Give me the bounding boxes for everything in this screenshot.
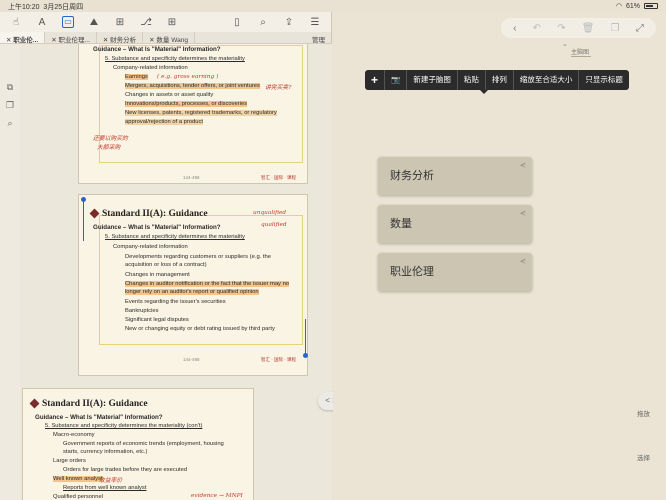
mindmap-node-quant[interactable]: 数量 ⋞ xyxy=(378,205,532,243)
drag-button[interactable]: 拖放 xyxy=(637,408,650,418)
link-icon[interactable]: ⋞ xyxy=(520,257,526,265)
copy-icon[interactable]: ⧉ xyxy=(4,82,16,94)
tab-ethics-1[interactable]: ✕ 职业伦... xyxy=(0,32,46,44)
grid-icon[interactable]: ⊞ xyxy=(166,17,178,28)
tab-financial-analysis[interactable]: ✕ 财务分析 xyxy=(97,32,144,44)
mindmap-toolbar: ‹ ↶ ↷ 🗑 ❐ ⤢ xyxy=(501,18,656,38)
mindmap-node-ethics[interactable]: 职业伦理 ⋞ xyxy=(378,253,532,291)
back-icon[interactable]: ‹ xyxy=(513,23,516,34)
page2-title: Standard II(A): Guidance xyxy=(102,209,208,219)
chevron-down-icon[interactable]: ⌄ xyxy=(562,40,568,48)
status-time: 上午10:20 3月25日周四 xyxy=(8,4,84,11)
link-icon[interactable]: ⋞ xyxy=(520,209,526,217)
share-icon[interactable]: ⇪ xyxy=(283,17,295,28)
zoom-to-fit-button[interactable]: 缩放至合适大小 xyxy=(514,70,580,90)
mindmap-node-financial-analysis[interactable]: 财务分析 ⋞ xyxy=(378,157,532,195)
tab-quant[interactable]: ✕ 数量 Wang xyxy=(143,32,195,44)
arrange-button[interactable]: 排列 xyxy=(486,70,514,90)
wifi-icon: ◠ xyxy=(615,3,622,10)
diamond-icon xyxy=(89,208,100,219)
map-title: 主脑图 xyxy=(571,50,590,56)
add-icon[interactable]: + xyxy=(365,70,386,90)
status-bar: 上午10:20 3月25日周四 ◠ 61% xyxy=(0,0,666,12)
page-1: Guidance – What Is "Material" Informatio… xyxy=(78,44,308,184)
page2-header: Guidance – What Is "Material" Informatio… xyxy=(93,224,221,231)
node-label: 财务分析 xyxy=(390,170,434,182)
document-canvas[interactable]: Guidance – What Is "Material" Informatio… xyxy=(20,44,332,500)
link-icon[interactable]: ⋞ xyxy=(520,161,526,169)
expand-icon[interactable]: ⤢ xyxy=(636,23,644,34)
image-icon[interactable]: ⛰ xyxy=(88,17,100,28)
page3-title: Standard II(A): Guidance xyxy=(42,399,148,409)
search-icon[interactable]: ⌕ xyxy=(257,17,269,28)
status-right: ◠ 61% xyxy=(616,2,658,10)
new-submap-button[interactable]: 新建子脑图 xyxy=(407,70,458,90)
paste-button[interactable]: 粘贴 xyxy=(458,70,486,90)
redo-icon[interactable]: ↷ xyxy=(557,23,565,34)
page1-header: Guidance – What Is "Material" Informatio… xyxy=(93,46,221,53)
branch-icon[interactable]: ⎇ xyxy=(140,17,152,28)
duplicate-icon[interactable]: ❐ xyxy=(4,100,16,112)
more-icon[interactable]: ☰ xyxy=(309,17,321,28)
zoom-icon[interactable]: ⊞ xyxy=(114,17,126,28)
battery-icon xyxy=(644,3,658,9)
map-title-underline xyxy=(571,56,591,57)
select-button[interactable]: 选择 xyxy=(637,452,650,462)
text-icon[interactable]: A xyxy=(36,17,48,28)
trash-icon[interactable]: 🗑 xyxy=(582,23,595,34)
node-label: 数量 xyxy=(390,218,412,230)
camera-icon[interactable]: 📷 xyxy=(385,70,408,90)
node-label: 职业伦理 xyxy=(390,266,434,278)
hand-icon[interactable]: ☝ xyxy=(10,17,22,28)
context-menu-arrow xyxy=(480,90,488,94)
battery-percent: 61% xyxy=(625,2,640,10)
document-toolbar: ☝ A ▭ ⛰ ⊞ ⎇ ⊞ ▯ ⌕ ⇪ ☰ xyxy=(0,12,331,32)
document-pane: ☝ A ▭ ⛰ ⊞ ⎇ ⊞ ▯ ⌕ ⇪ ☰ ✕ 职业伦... ✕ 职业伦理...… xyxy=(0,12,332,500)
tab-manage[interactable]: 管理 xyxy=(306,32,331,44)
titles-only-button[interactable]: 只显示标题 xyxy=(579,70,629,90)
document-tabs: ✕ 职业伦... ✕ 职业伦理... ✕ 财务分析 ✕ 数量 Wang 管理 xyxy=(0,32,331,44)
search-icon[interactable]: ⌕ xyxy=(4,118,16,130)
page3-header: Guidance – What Is "Material" Informatio… xyxy=(35,414,163,421)
context-menu: + 📷 新建子脑图 粘贴 排列 缩放至合适大小 只显示标题 xyxy=(365,70,629,90)
mindmap-pane[interactable]: ‹ ↶ ↷ 🗑 ❐ ⤢ ⌄ 主脑图 + 📷 新建子脑图 粘贴 排列 缩放至合适大… xyxy=(333,12,666,500)
diamond-icon xyxy=(29,398,40,409)
page-2: Standard II(A): Guidance unqualified qua… xyxy=(78,194,308,376)
panel-icon[interactable]: ▯ xyxy=(231,17,243,28)
copy-icon[interactable]: ❐ xyxy=(611,23,620,34)
select-icon[interactable]: ▭ xyxy=(62,16,74,28)
undo-icon[interactable]: ↶ xyxy=(533,23,541,34)
tab-ethics-2[interactable]: ✕ 职业伦理... xyxy=(45,32,97,44)
side-toolbar: ⧉ ❐ ⌕ xyxy=(0,44,20,500)
page-3: Standard II(A): Guidance Guidance – What… xyxy=(22,388,254,500)
